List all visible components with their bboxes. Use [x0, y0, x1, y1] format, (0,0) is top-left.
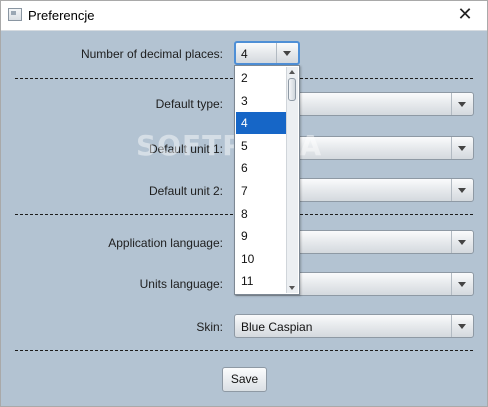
chevron-down-icon[interactable]: [451, 93, 473, 115]
title-bar: Preferencje ✕: [1, 1, 487, 31]
preferences-window: Preferencje ✕ Number of decimal places: …: [0, 0, 488, 407]
scroll-down-icon[interactable]: [287, 283, 298, 293]
dropdown-option[interactable]: 3: [236, 90, 287, 112]
close-icon[interactable]: ✕: [443, 1, 487, 30]
dropdown-scrollbar[interactable]: [286, 67, 298, 293]
dropdown-option[interactable]: 7: [236, 180, 287, 202]
chevron-down-icon[interactable]: [451, 273, 473, 295]
skin-label: Skin:: [196, 320, 223, 334]
skin-value: Blue Caspian: [241, 320, 313, 334]
scroll-up-icon[interactable]: [287, 67, 298, 77]
window-title: Preferencje: [28, 8, 95, 23]
dropdown-option[interactable]: 8: [236, 203, 287, 225]
chevron-down-icon[interactable]: [451, 179, 473, 201]
app-icon: [8, 8, 22, 21]
default-type-label: Default type:: [155, 97, 223, 111]
scroll-thumb[interactable]: [288, 78, 296, 101]
units-language-label: Units language:: [139, 277, 223, 291]
app-language-label: Application language:: [108, 236, 223, 250]
separator: [15, 350, 473, 351]
dropdown-option[interactable]: 2: [236, 67, 287, 89]
save-button[interactable]: Save: [222, 367, 267, 392]
decimal-places-dropdown: 2 3 4 5 6 7 8 9 10 11: [234, 65, 300, 295]
dropdown-option[interactable]: 11: [236, 270, 287, 292]
chevron-down-icon[interactable]: [451, 231, 473, 253]
dropdown-option[interactable]: 9: [236, 225, 287, 247]
dropdown-option[interactable]: 6: [236, 157, 287, 179]
dropdown-option[interactable]: 5: [236, 135, 287, 157]
dropdown-option[interactable]: 4: [236, 112, 287, 135]
chevron-down-icon[interactable]: [451, 315, 473, 337]
chevron-down-icon[interactable]: [451, 137, 473, 159]
chevron-down-icon[interactable]: [276, 43, 298, 63]
decimal-places-value: 4: [241, 47, 248, 61]
decimal-places-combo[interactable]: 4: [234, 41, 300, 65]
decimal-places-label: Number of decimal places:: [80, 47, 223, 61]
skin-combo[interactable]: Blue Caspian: [234, 314, 474, 338]
dropdown-option[interactable]: 10: [236, 248, 287, 270]
default-unit2-label: Default unit 2:: [148, 184, 223, 198]
